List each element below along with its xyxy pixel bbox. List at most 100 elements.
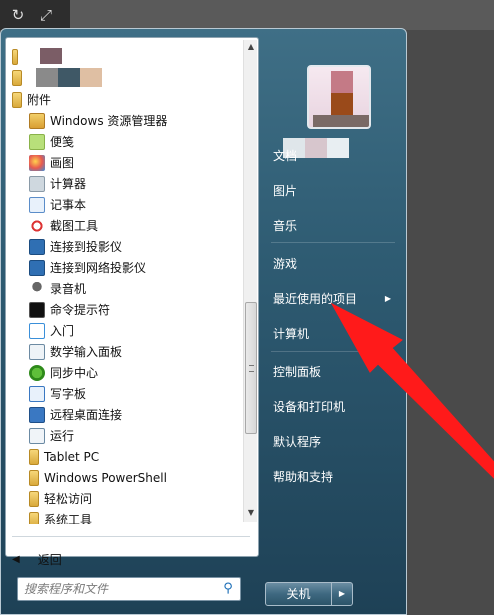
list-item[interactable]: 附件 xyxy=(12,89,242,110)
paint-icon xyxy=(29,154,45,171)
list-item-label: 便笺 xyxy=(50,135,75,149)
shutdown-button[interactable]: 关机 xyxy=(266,583,332,605)
sticky-notes-icon xyxy=(29,133,45,150)
math-input-icon xyxy=(29,343,45,360)
list-item[interactable]: Tablet PC xyxy=(29,446,242,467)
list-item[interactable]: 轻松访问 xyxy=(29,488,242,509)
start-item-label: 最近使用的项目 xyxy=(273,291,358,306)
scrollbar-thumb[interactable] xyxy=(245,302,257,434)
list-item-label: 同步中心 xyxy=(50,366,99,380)
list-item[interactable]: 连接到网络投影仪 xyxy=(29,257,242,278)
list-item[interactable]: 远程桌面连接 xyxy=(29,404,242,425)
divider xyxy=(271,351,395,352)
calculator-icon xyxy=(29,175,45,192)
notepad-icon xyxy=(29,196,45,213)
list-item-label: 数学输入面板 xyxy=(50,345,123,359)
start-item-label: 设备和打印机 xyxy=(273,399,346,414)
redacted-label xyxy=(80,68,102,87)
search-icon[interactable]: ⚲ xyxy=(220,581,236,597)
list-item[interactable]: Windows PowerShell xyxy=(29,467,242,488)
back-label: 返回 xyxy=(37,552,62,567)
explorer-icon xyxy=(29,112,45,129)
list-item[interactable]: 计算器 xyxy=(29,173,242,194)
start-item-label: 默认程序 xyxy=(273,434,322,449)
list-item[interactable]: 便笺 xyxy=(29,131,242,152)
microphone-icon xyxy=(29,280,45,297)
start-item-games[interactable]: 游戏 xyxy=(263,249,401,277)
start-item-documents[interactable]: 文档 xyxy=(263,141,401,169)
start-item-music[interactable]: 音乐 xyxy=(263,211,401,239)
list-item-label: 附件 xyxy=(27,93,52,107)
list-item-label: 入门 xyxy=(50,324,75,338)
program-list-pane: 附件 Windows 资源管理器 便笺 画图 计算器 记事本 截图工具 连接到投… xyxy=(5,37,259,567)
list-item[interactable]: 写字板 xyxy=(29,383,242,404)
list-item-label: Windows 资源管理器 xyxy=(50,114,168,128)
list-item-label: 运行 xyxy=(50,429,75,443)
list-item[interactable]: 记事本 xyxy=(29,194,242,215)
wordpad-icon xyxy=(29,385,45,402)
start-item-label: 图片 xyxy=(273,183,298,198)
start-item-label: 音乐 xyxy=(273,218,298,233)
user-avatar[interactable] xyxy=(307,65,371,129)
start-item-recent-items[interactable]: 最近使用的项目 ▶ xyxy=(263,284,401,312)
list-item[interactable]: 连接到投影仪 xyxy=(29,236,242,257)
toolbar-strip: ↻ ⤢ xyxy=(0,0,70,30)
list-item-label: 连接到网络投影仪 xyxy=(50,261,147,275)
desktop-background xyxy=(70,0,494,30)
start-item-label: 文档 xyxy=(273,148,298,163)
folder-icon xyxy=(29,448,39,465)
redacted-label xyxy=(58,68,80,87)
list-item-label: 画图 xyxy=(50,156,75,170)
redacted-label xyxy=(40,48,62,64)
scroll-down-icon[interactable]: ▼ xyxy=(246,508,256,518)
start-item-help-support[interactable]: 帮助和支持 xyxy=(263,462,401,490)
list-item[interactable]: 画图 xyxy=(29,152,242,173)
list-item[interactable] xyxy=(12,67,242,88)
list-item[interactable]: 数学输入面板 xyxy=(29,341,242,362)
run-icon xyxy=(29,427,45,444)
list-item[interactable]: 系统工具 xyxy=(29,509,242,524)
program-list: 附件 Windows 资源管理器 便笺 画图 计算器 记事本 截图工具 连接到投… xyxy=(6,38,242,524)
folder-icon xyxy=(29,490,39,507)
start-item-computer[interactable]: 计算机 xyxy=(263,319,401,347)
search-box[interactable]: ⚲ xyxy=(17,577,241,601)
folder-icon xyxy=(29,469,39,486)
divider xyxy=(271,242,395,243)
start-item-pictures[interactable]: 图片 xyxy=(263,176,401,204)
list-item-label: 录音机 xyxy=(50,282,87,296)
start-menu: 附件 Windows 资源管理器 便笺 画图 计算器 记事本 截图工具 连接到投… xyxy=(0,28,407,615)
scroll-up-icon[interactable]: ▲ xyxy=(246,42,256,52)
list-item-label: 记事本 xyxy=(50,198,87,212)
folder-icon xyxy=(12,48,18,65)
sync-center-icon xyxy=(29,364,45,381)
snipping-tool-icon xyxy=(29,217,45,234)
list-item[interactable]: Windows 资源管理器 xyxy=(29,110,242,131)
list-item[interactable]: 运行 xyxy=(29,425,242,446)
expand-icon[interactable]: ⤢ xyxy=(36,5,56,25)
redacted-label xyxy=(36,68,58,87)
list-item[interactable]: 入门 xyxy=(29,320,242,341)
list-item[interactable]: 同步中心 xyxy=(29,362,242,383)
list-item-label: 写字板 xyxy=(50,387,87,401)
list-item[interactable] xyxy=(12,46,242,67)
projector-icon xyxy=(29,238,45,255)
list-item-label: 轻松访问 xyxy=(44,492,93,506)
back-button[interactable]: ◀ 返回 xyxy=(12,549,62,569)
network-projector-icon xyxy=(29,259,45,276)
search-input[interactable] xyxy=(24,580,214,598)
rotate-icon[interactable]: ↻ xyxy=(8,5,28,25)
start-item-devices-printers[interactable]: 设备和打印机 xyxy=(263,392,401,420)
folder-icon xyxy=(12,69,22,86)
grip-icon xyxy=(249,365,254,372)
list-item[interactable]: 录音机 xyxy=(29,278,242,299)
list-item[interactable]: 命令提示符 xyxy=(29,299,242,320)
shutdown-options-icon[interactable]: ▶ xyxy=(332,583,352,605)
divider xyxy=(12,536,250,537)
list-item-label: 连接到投影仪 xyxy=(50,240,123,254)
list-item[interactable]: 截图工具 xyxy=(29,215,242,236)
list-item-label: 系统工具 xyxy=(44,513,93,524)
start-item-control-panel[interactable]: 控制面板 xyxy=(263,357,401,385)
start-item-default-programs[interactable]: 默认程序 xyxy=(263,427,401,455)
program-list-scrollbar[interactable]: ▲ ▼ xyxy=(243,40,257,522)
folder-icon xyxy=(29,511,39,524)
